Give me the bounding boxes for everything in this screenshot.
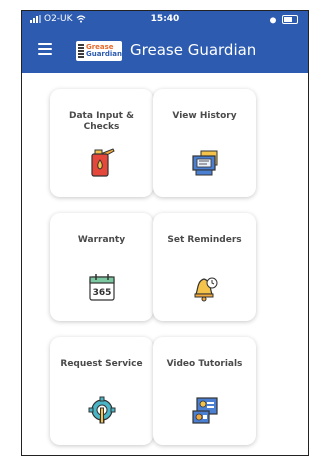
app-title: Grease Guardian xyxy=(130,41,257,59)
view-history-card[interactable]: View History xyxy=(153,89,256,197)
menu-icon[interactable] xyxy=(38,43,52,57)
status-time: 15:40 xyxy=(150,14,180,24)
logo-mark-icon xyxy=(78,44,84,58)
video-tutorials-card[interactable]: Video Tutorials xyxy=(153,337,256,445)
calendar-text: 365 xyxy=(93,288,112,298)
request-service-card[interactable]: Request Service xyxy=(50,337,153,445)
card-label: View History xyxy=(172,111,237,121)
card-label: Set Reminders xyxy=(167,235,242,245)
card-label: Request Service xyxy=(60,359,143,369)
gear-wrench-icon xyxy=(88,396,116,424)
app-bar: Grease Guardian Grease Guardian xyxy=(22,29,308,73)
card-label: Video Tutorials xyxy=(166,359,243,369)
warranty-card[interactable]: Warranty 365 xyxy=(50,213,153,321)
alarm-icon xyxy=(270,16,276,23)
history-folder-icon xyxy=(192,150,218,176)
status-bar: O2-UK 15:40 xyxy=(22,11,308,29)
logo: Grease Guardian xyxy=(76,41,122,61)
phone-frame: O2-UK 15:40 Grease Guardian Grease Guard… xyxy=(21,10,309,456)
video-tutorial-icon xyxy=(192,397,218,424)
bell-clock-icon xyxy=(194,277,218,302)
calendar-365-icon: 365 xyxy=(89,274,115,301)
logo-text: Grease Guardian xyxy=(86,44,122,58)
status-right xyxy=(269,15,298,24)
logo-text-line2: Guardian xyxy=(85,50,122,58)
set-reminders-card[interactable]: Set Reminders xyxy=(153,213,256,321)
card-label: Warranty xyxy=(77,235,126,245)
card-label: Data Input & Checks xyxy=(69,111,134,132)
data-input-checks-card[interactable]: Data Input & Checks xyxy=(50,89,153,197)
fuel-can-icon xyxy=(91,148,115,177)
battery-icon xyxy=(282,15,298,24)
